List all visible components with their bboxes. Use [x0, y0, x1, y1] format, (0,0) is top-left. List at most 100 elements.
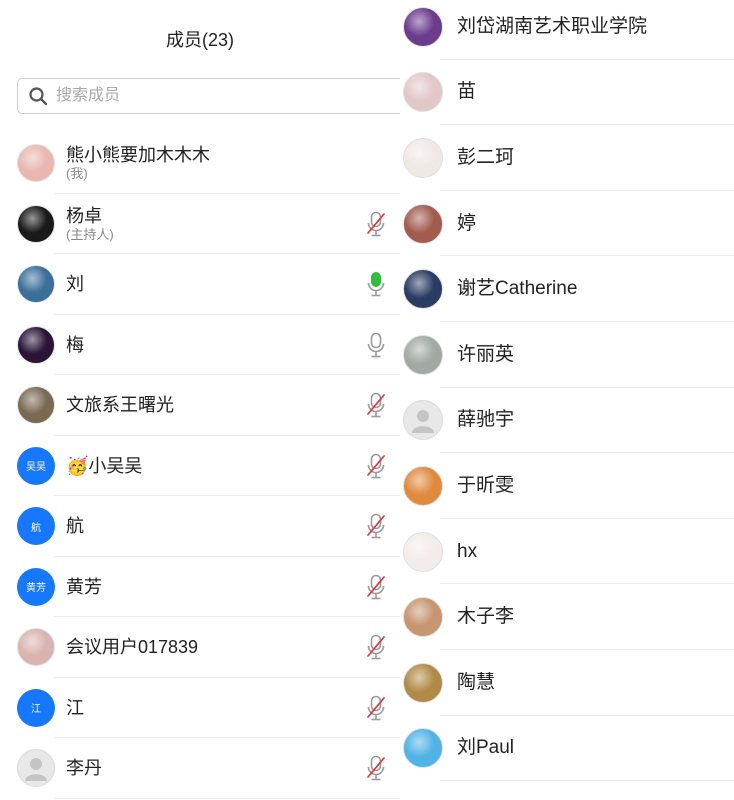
member-name: 于昕雯 [457, 474, 515, 496]
member-texts: 会议用户017839 [66, 617, 198, 678]
member-name: 🥳小吴吴 [66, 455, 143, 476]
member-texts: 文旅系王曙光 [66, 375, 174, 436]
member-texts: 江 [66, 678, 84, 739]
member-texts: 🥳小吴吴 [66, 436, 142, 497]
photo-avatar [403, 597, 443, 638]
member-role: (我) [66, 166, 88, 182]
avatar-initials: 黄芳 [26, 583, 46, 595]
member-name: 梅 [66, 334, 84, 355]
member-name: 刘岱湖南艺术职业学院 [457, 15, 648, 37]
member-name: 黄芳 [66, 576, 102, 597]
member-row[interactable]: 杨卓 (主持人) [0, 194, 400, 255]
member-row[interactable]: 许丽英 [400, 322, 734, 388]
row-divider [440, 780, 734, 782]
initials-avatar: 吴吴 [17, 446, 55, 485]
member-row[interactable]: 刘Paul [400, 716, 734, 782]
member-row[interactable]: 于昕雯 [400, 453, 734, 519]
member-name: 江 [66, 697, 84, 718]
member-name: 木子李 [457, 606, 515, 628]
initials-avatar: 黄芳 [17, 567, 55, 606]
search-box[interactable] [17, 78, 400, 114]
member-row[interactable]: hx [400, 519, 734, 585]
member-row[interactable]: 陶慧 [400, 650, 734, 716]
member-row[interactable]: 熊小熊要加木木木 (我) [0, 133, 400, 194]
mic-muted-icon[interactable] [366, 392, 386, 418]
mic-muted-icon[interactable] [366, 211, 386, 237]
members-panel-right: 刘岱湖南艺术职业学院苗彭二珂婷谢艺Catherine 许丽英薛驰宇于昕雯 hx 木子李… [400, 0, 734, 800]
member-name: 航 [66, 516, 84, 537]
member-name: hx [457, 540, 478, 562]
avatar-initials: 吴吴 [26, 462, 46, 474]
mic-muted-icon[interactable] [366, 755, 386, 781]
photo-avatar [403, 203, 443, 244]
member-row[interactable]: 梅 [0, 315, 400, 375]
members-header: 成员(23) [0, 0, 400, 78]
member-row[interactable]: 黄芳 黄芳 [0, 557, 400, 618]
member-texts: 黄芳 [66, 557, 102, 618]
default-avatar-icon [17, 749, 55, 788]
mic-icon[interactable] [366, 332, 386, 358]
member-name: 杨卓 [66, 205, 102, 226]
member-name: 苗 [457, 81, 477, 103]
member-row[interactable]: 李丹 [0, 738, 400, 799]
member-row[interactable]: 薛驰宇 [400, 388, 734, 454]
member-texts: 杨卓 (主持人) [66, 194, 114, 255]
member-role: (主持人) [66, 226, 114, 242]
photo-avatar [403, 662, 443, 703]
mic-muted-icon[interactable] [366, 574, 386, 600]
member-name: 婷 [457, 212, 477, 234]
member-row[interactable]: 会议用户017839 [0, 617, 400, 678]
photo-avatar [403, 465, 443, 506]
member-name: 许丽英 [457, 343, 515, 365]
member-row[interactable]: 木子李 [400, 584, 734, 650]
member-row[interactable]: 刘岱湖南艺术职业学院 [400, 0, 734, 60]
member-list-left: 熊小熊要加木木木 (我) 杨卓 (主持人) 刘梅文旅系王曙光 吴吴 🥳小吴吴航航黄芳 黄芳 会议… [0, 133, 400, 799]
member-texts: 航 [66, 496, 84, 557]
search-input[interactable] [54, 86, 358, 106]
members-title: 成员(23) [165, 30, 234, 50]
member-row[interactable]: 苗 [400, 60, 734, 126]
member-name: 薛驰宇 [457, 409, 515, 431]
photo-avatar [403, 531, 443, 572]
avatar-initials: 江 [31, 704, 41, 716]
member-row[interactable]: 航航 [0, 496, 400, 557]
member-name: 文旅系王曙光 [66, 395, 174, 416]
member-row[interactable]: 彭二珂 [400, 125, 734, 191]
member-name: 熊小熊要加木木木 [66, 145, 210, 166]
member-name: 刘Paul [457, 737, 515, 759]
mic-active-icon[interactable] [366, 271, 386, 297]
photo-avatar [403, 137, 443, 178]
member-name: 会议用户017839 [66, 637, 199, 658]
search-icon [28, 86, 48, 106]
photo-avatar [17, 204, 55, 243]
mic-muted-icon[interactable] [366, 695, 386, 721]
photo-avatar [17, 628, 55, 667]
photo-avatar [17, 144, 55, 183]
member-row[interactable]: 吴吴 🥳小吴吴 [0, 436, 400, 497]
photo-avatar [403, 72, 443, 113]
photo-avatar [17, 325, 55, 364]
member-list-right: 刘岱湖南艺术职业学院苗彭二珂婷谢艺Catherine 许丽英薛驰宇于昕雯 hx 木子李… [400, 0, 734, 782]
mic-muted-icon[interactable] [366, 453, 386, 479]
photo-avatar [403, 269, 443, 310]
default-avatar-icon [403, 400, 443, 441]
member-row[interactable]: 婷 [400, 191, 734, 257]
avatar-initials: 航 [31, 522, 41, 534]
member-name: 谢艺Catherine [457, 278, 578, 300]
photo-avatar [403, 6, 443, 47]
member-name: 李丹 [66, 758, 102, 779]
photo-avatar [403, 728, 443, 769]
mic-muted-icon[interactable] [366, 513, 386, 539]
member-name: 刘 [66, 274, 84, 295]
member-name: 彭二珂 [457, 146, 515, 168]
row-divider [54, 797, 400, 799]
member-texts: 熊小熊要加木木木 (我) [66, 133, 210, 194]
photo-avatar [403, 334, 443, 375]
member-texts: 刘 [66, 254, 84, 315]
member-name: 陶慧 [457, 671, 496, 693]
mic-muted-icon[interactable] [366, 634, 386, 660]
member-row[interactable]: 谢艺Catherine [400, 256, 734, 322]
member-row[interactable]: 文旅系王曙光 [0, 375, 400, 436]
member-row[interactable]: 刘 [0, 254, 400, 315]
member-row[interactable]: 江江 [0, 678, 400, 739]
